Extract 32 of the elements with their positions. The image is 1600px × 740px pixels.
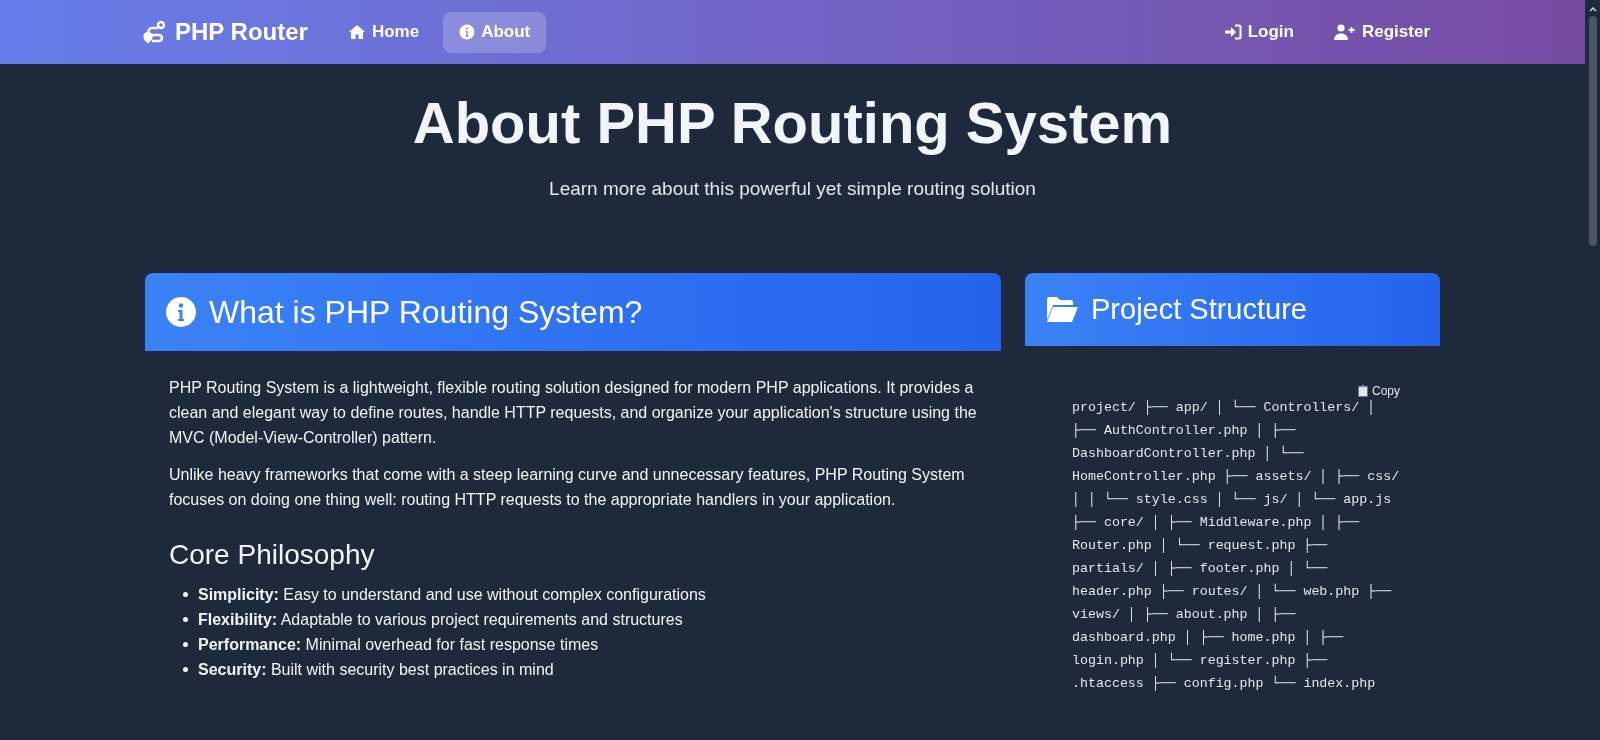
page-title: About PHP Routing System — [411, 90, 1174, 157]
clipboard-icon — [1358, 385, 1368, 398]
nav-link[interactable]: Register — [1321, 11, 1442, 53]
list-item-text: Security: Built with security best practices in mind — [198, 659, 554, 680]
house-icon — [347, 24, 366, 40]
sign-in-icon — [1223, 24, 1242, 40]
code-text: project/ ├── app/ │ └── Controllers/ │ ├── AuthController.php │ ├── DashboardController.php │ └── HomeController.php ├── assets/ │ ├── css/ │ │ └── style.css │ └── js/ │ └── app.js ├── core/ │ ├── Middleware.php │ ├── Router.php │ └── request.php ├── partials/ │ ├── footer.php │ └── header.php ├── routes/ │ └── web.php ├── views/ │ ├── about.php │ ├── dashboard.php │ ├── home.php │ ├── login.php │ └── register.php ├── .htaccess ├── config.php └── index.php — [1072, 398, 1400, 694]
list-item-text: Performance: Minimal overhead for fast response times — [198, 634, 599, 655]
paragraph: Unlike heavy frameworks that come with a steep learning curve and unnecessary features, PHP Routing System focuses on doing one thing well: routing HTTP requests to the appropriate handlers in your application. — [169, 465, 966, 511]
bullet-icon — [183, 617, 188, 623]
info-icon — [165, 296, 197, 329]
nav-link[interactable]: Home — [331, 11, 436, 53]
list-item-text: Flexibility: Adaptable to various project requirements and structures — [198, 609, 683, 630]
paragraph: PHP Routing System is a lightweight, flexible routing solution designed for modern PHP applications. It provides a clean and elegant way to define routes, handle HTTP requests, and organize your application's structure using the MVC (Model-View-Controller) pattern. — [169, 378, 977, 449]
copy-button[interactable]: Copy — [1358, 382, 1400, 401]
bullet-icon — [183, 592, 188, 598]
user-plus-icon — [1333, 24, 1356, 40]
page-subtitle: Learn more about this powerful yet simple routing solution — [548, 176, 1037, 201]
card-title: Project Structure — [1091, 291, 1307, 327]
scrollbar-thumb[interactable] — [1588, 16, 1597, 246]
info-icon — [459, 24, 476, 40]
folder-icon — [1045, 295, 1079, 324]
scroll-up-icon[interactable] — [1588, 6, 1597, 12]
list-item-text: Simplicity: Easy to understand and use without complex configurations — [198, 584, 706, 605]
nav-link[interactable]: About — [443, 11, 547, 53]
section-heading: Core Philosophy — [169, 538, 376, 573]
bullet-icon — [183, 642, 188, 648]
route-icon — [143, 20, 167, 44]
nav-link[interactable]: Login — [1211, 11, 1306, 53]
bullet-icon — [183, 667, 188, 673]
brand-link[interactable]: PHP Router — [143, 14, 308, 50]
card-title: What is PHP Routing System? — [209, 293, 643, 333]
